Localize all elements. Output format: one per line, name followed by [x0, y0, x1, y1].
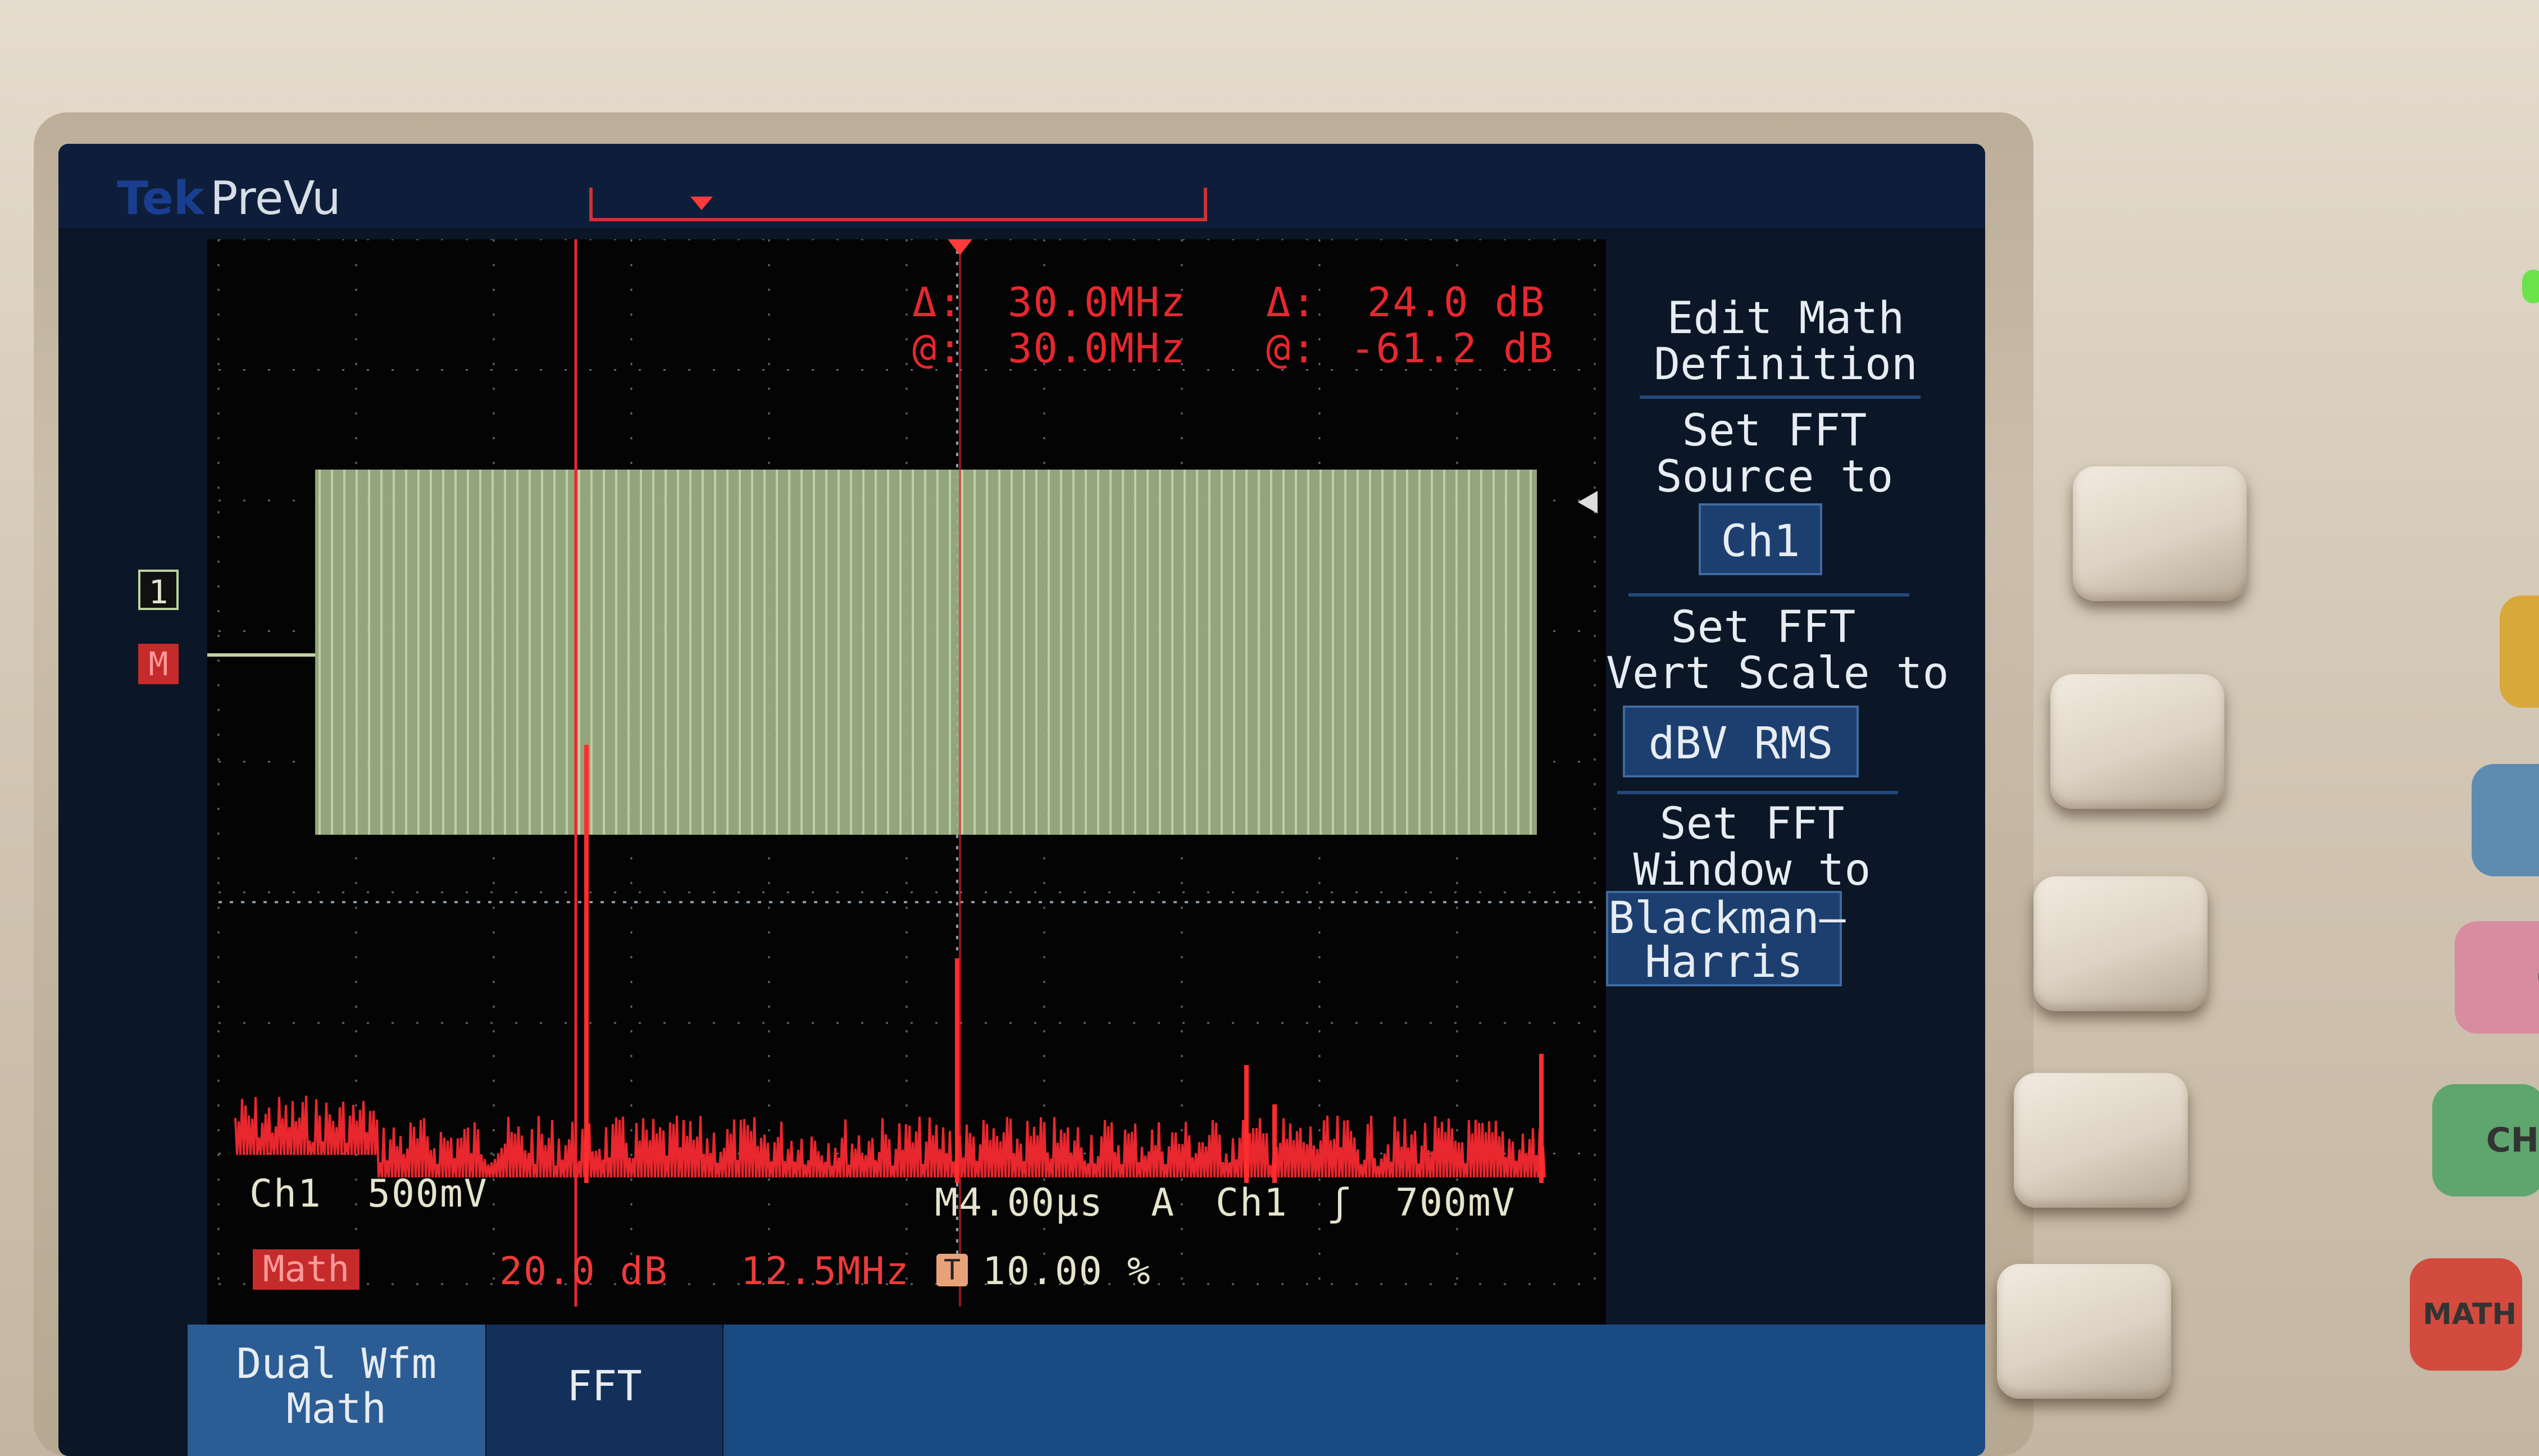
status-bar: Tek PreVu — [58, 144, 1985, 228]
math-frequency: 12.5MHz — [741, 1249, 910, 1294]
fft-tab[interactable]: FFT — [486, 1325, 722, 1456]
menu-separator — [1628, 593, 1909, 597]
ch-button-pink-label: C — [2537, 958, 2539, 997]
graticule-svg — [207, 238, 1598, 1307]
side-menu-button-1[interactable] — [2073, 466, 2247, 601]
ch1-marker[interactable]: 1 — [138, 570, 179, 611]
waveform-graticule — [207, 238, 1606, 1329]
fft-noise-floor — [234, 1095, 1546, 1178]
delta-freq-label: Δ: — [912, 279, 963, 326]
at-db-label: @: — [1266, 325, 1317, 372]
fft-window-value[interactable]: Blackman– Harris — [1606, 891, 1846, 986]
trigger-badge: T — [936, 1254, 968, 1286]
math-button[interactable]: MATH — [2410, 1258, 2522, 1371]
math-label: Math — [253, 1249, 360, 1290]
trigger-source: Ch1 — [1216, 1181, 1288, 1225]
ch-button-green-label: CH — [2486, 1121, 2539, 1160]
record-trigger-marker — [690, 197, 713, 210]
record-view-bar — [589, 188, 1207, 221]
delta-db-label: Δ: — [1266, 279, 1317, 326]
fft-source-value[interactable]: Ch1 — [1699, 503, 1822, 575]
ch-button-pink[interactable]: C — [2455, 921, 2539, 1034]
acquisition-state: PreVu — [210, 172, 341, 225]
trigger-level: 700mV — [1395, 1181, 1516, 1225]
trigger-position-marker — [948, 239, 972, 255]
math-scale: 20.0 dB — [499, 1249, 668, 1294]
delta-db-value: 24.0 dB — [1367, 279, 1546, 326]
fft-window-label[interactable]: Set FFT Window to — [1595, 801, 1909, 893]
side-menu-button-5[interactable] — [1997, 1264, 2171, 1399]
bottom-menu-empty — [724, 1325, 1985, 1456]
side-menu-button-3[interactable] — [2033, 876, 2208, 1011]
power-led — [2522, 270, 2539, 303]
fft-vert-scale-label[interactable]: Set FFT Vert Scale to — [1606, 604, 1949, 697]
side-menu-button-4[interactable] — [2014, 1073, 2188, 1208]
side-menu: Edit Math Definition Set FFT Source to C… — [1606, 279, 1954, 1177]
acquire-button[interactable] — [2500, 595, 2539, 708]
oscilloscope-screen: Tek PreVu 1 M Δ: 30.0MHz @: 30.0MHz Δ: 2… — [58, 144, 1985, 1456]
math-button-label: MATH — [2423, 1298, 2517, 1331]
fft-source-label[interactable]: Set FFT Source to — [1617, 408, 1932, 500]
ch1-scale: 500mV — [367, 1172, 488, 1216]
trigger-slope: ʃ — [1328, 1181, 1352, 1225]
edit-math-definition-button[interactable]: Edit Math Definition — [1628, 295, 1943, 388]
fft-vert-scale-value[interactable]: dBV RMS — [1623, 706, 1859, 777]
at-db-value: -61.2 dB — [1350, 325, 1554, 372]
math-marker[interactable]: M — [138, 644, 179, 684]
menu-separator — [1640, 395, 1921, 399]
timebase: M4.00μs — [935, 1181, 1104, 1225]
trigger-mode: A — [1151, 1181, 1175, 1225]
brand-logo: Tek — [117, 172, 204, 225]
ch-button-green[interactable]: CH — [2432, 1084, 2539, 1196]
ch1-label: Ch1 — [249, 1172, 322, 1216]
side-menu-button-2[interactable] — [2050, 674, 2224, 809]
trigger-level-marker — [1578, 491, 1598, 513]
delta-freq-value: 30.0MHz — [1008, 279, 1186, 326]
menu-separator — [1617, 791, 1898, 794]
dual-wfm-math-tab[interactable]: Dual Wfm Math — [188, 1325, 485, 1456]
at-freq-label: @: — [912, 325, 963, 372]
at-freq-value: 30.0MHz — [1008, 325, 1186, 372]
ch-button-blue[interactable] — [2472, 764, 2539, 876]
trigger-position: 10.00 % — [982, 1249, 1152, 1294]
